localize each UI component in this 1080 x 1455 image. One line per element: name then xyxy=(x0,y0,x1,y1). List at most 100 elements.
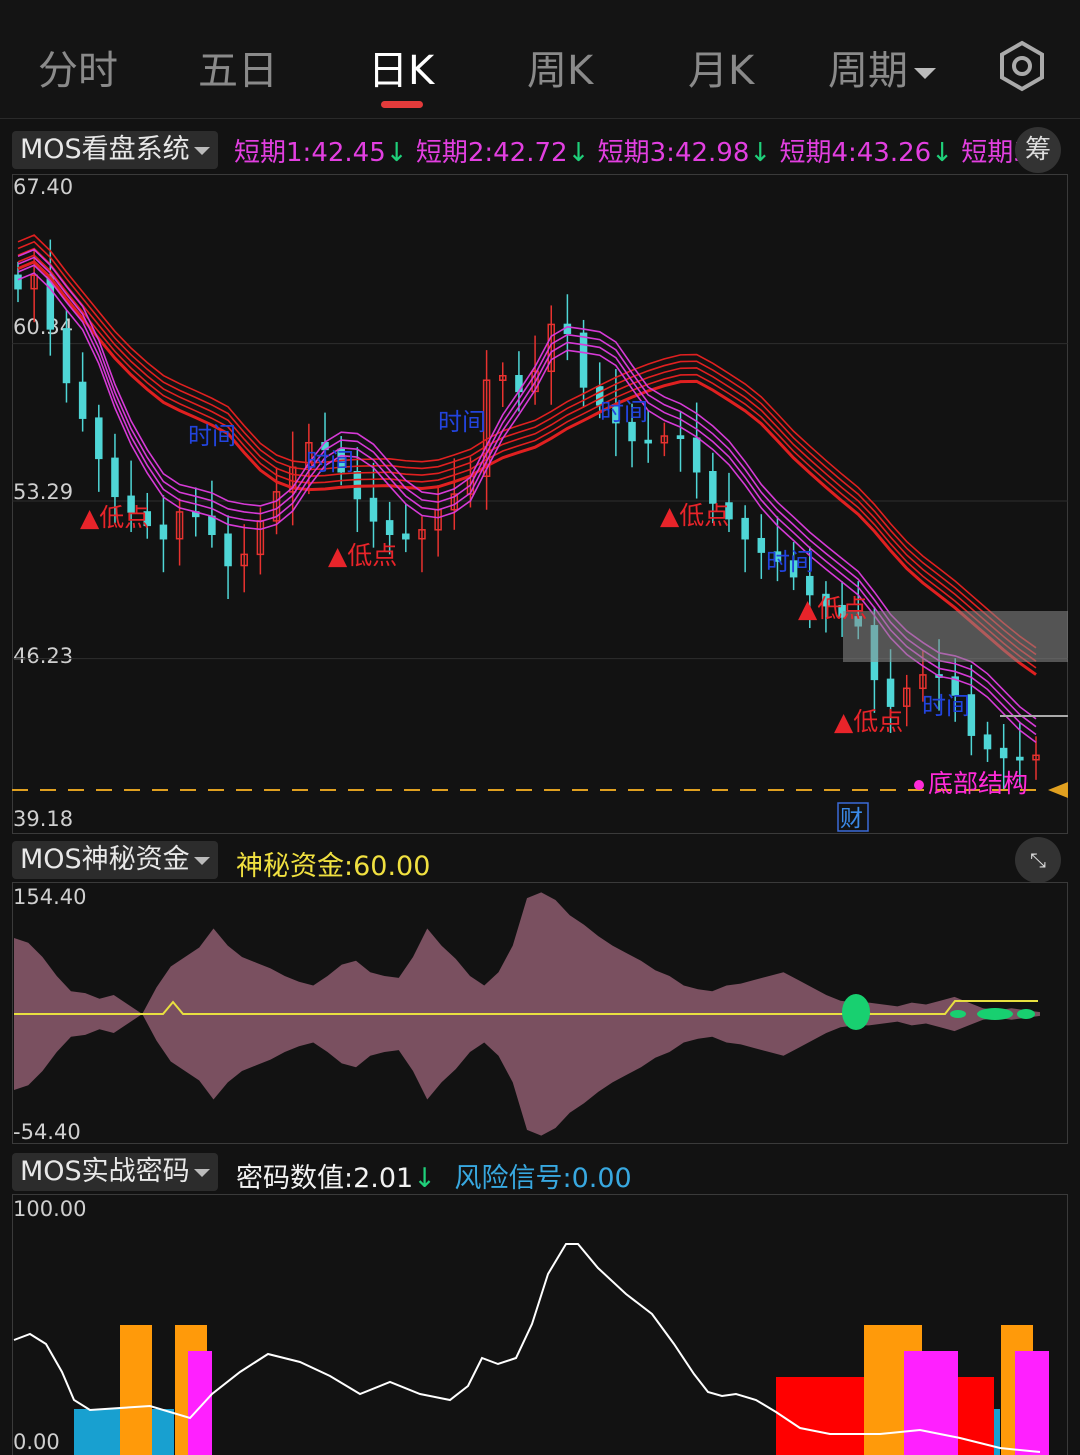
candle xyxy=(385,520,394,536)
code-bar xyxy=(152,1409,174,1455)
tab-five-day[interactable]: 五日 xyxy=(198,38,278,96)
candle xyxy=(709,471,717,504)
candle xyxy=(62,328,71,384)
bottom-structure-label: 底部结构 xyxy=(928,769,1028,798)
fund-green-signal xyxy=(1017,1009,1035,1019)
candle xyxy=(95,417,103,460)
tab-monthly-k[interactable]: 月K xyxy=(688,38,754,96)
period-dropdown[interactable]: 周期 xyxy=(828,38,936,96)
risk-value: 0.00 xyxy=(571,1163,632,1194)
candle xyxy=(983,734,992,750)
candle xyxy=(159,524,168,540)
time-label: 时间 xyxy=(766,548,814,576)
fund-value-readout: 神秘资金:60.00 xyxy=(236,844,430,883)
ma1-label: 短期1: xyxy=(234,138,312,168)
low-point-label: ▲低点 xyxy=(798,594,867,623)
code-indicator-dropdown[interactable]: MOS实战密码 xyxy=(12,1153,218,1191)
low-point-label: ▲低点 xyxy=(834,707,903,736)
candle xyxy=(999,747,1008,759)
ma4-label: 短期4: xyxy=(779,138,857,168)
code-indicator-name: MOS实战密码 xyxy=(20,1156,190,1187)
ma-long-line xyxy=(17,254,1037,669)
ma3-value: 42.98 xyxy=(674,138,750,168)
tab-weekly-k[interactable]: 周K xyxy=(527,38,593,96)
tab-daily-k[interactable]: 日K xyxy=(368,38,434,96)
candle xyxy=(14,274,22,290)
chevron-down-icon xyxy=(914,67,936,79)
candle xyxy=(806,575,814,596)
code-chart[interactable] xyxy=(0,1194,1080,1455)
code-bar xyxy=(1015,1351,1049,1455)
ma-values: 短期1:42.45↓ 短期2:42.72↓ 短期3:42.98↓ 短期4:43.… xyxy=(234,132,1030,169)
main-indicator-dropdown[interactable]: MOS看盘系统 xyxy=(12,131,218,169)
ma-short-line xyxy=(17,264,1037,736)
active-tab-indicator xyxy=(381,101,423,108)
time-label: 时间 xyxy=(306,448,354,476)
fund-green-signal xyxy=(842,994,870,1030)
period-tab-bar: 分时 五日 日K 周K 月K 周期 xyxy=(0,0,1080,119)
resistance-zone xyxy=(843,611,1068,662)
low-point-label: ▲低点 xyxy=(660,501,729,530)
ma-long-line xyxy=(17,234,1037,649)
low-point-label: ▲低点 xyxy=(328,541,397,570)
fund-label: 神秘资金: xyxy=(236,851,354,882)
down-arrow-icon: ↓ xyxy=(385,138,408,168)
candle xyxy=(579,332,588,388)
chevron-down-icon xyxy=(193,146,210,155)
chevron-down-icon xyxy=(193,856,210,865)
expand-icon[interactable]: ⤡ xyxy=(1015,837,1061,883)
current-price-marker-icon xyxy=(1048,782,1068,798)
fund-chart[interactable] xyxy=(0,882,1080,1144)
kline-chart[interactable]: ▲低点▲低点▲低点▲低点▲低点时间 时间 时间时间时间时间底部结构财 xyxy=(0,174,1080,834)
code-bar xyxy=(904,1351,958,1455)
tab-intraday[interactable]: 分时 xyxy=(38,38,118,96)
code-label: 密码数值: xyxy=(236,1163,354,1194)
low-point-label: ▲低点 xyxy=(80,503,149,532)
candle xyxy=(369,497,378,522)
main-indicator-name: MOS看盘系统 xyxy=(20,134,190,165)
ma1-value: 42.45 xyxy=(311,138,386,168)
candle xyxy=(1016,756,1024,761)
time-label: 时间 xyxy=(188,422,236,450)
down-arrow-icon: ↓ xyxy=(567,138,590,168)
fund-value: 60.00 xyxy=(353,851,431,882)
code-value-readout: 密码数值:2.01↓ 风险信号:0.00 xyxy=(236,1156,632,1195)
finance-label: 财 xyxy=(840,806,863,832)
time-label: 时间 xyxy=(600,398,648,426)
time-label: 时间 xyxy=(922,692,970,720)
ma2-value: 42.72 xyxy=(493,138,568,168)
candle xyxy=(644,439,652,444)
candle xyxy=(224,533,232,567)
ma2-label: 短期2: xyxy=(415,138,494,168)
down-arrow-icon: ↓ xyxy=(931,138,953,168)
ma4-value: 43.26 xyxy=(856,138,932,168)
risk-label: 风险信号: xyxy=(454,1163,572,1194)
candle xyxy=(692,437,701,473)
candle xyxy=(78,381,87,419)
down-arrow-icon: ↓ xyxy=(413,1163,436,1194)
candle xyxy=(208,515,216,536)
fund-indicator-dropdown[interactable]: MOS神秘资金 xyxy=(12,841,218,879)
candle xyxy=(757,537,766,553)
code-bar xyxy=(120,1325,152,1455)
bottom-structure-dot xyxy=(914,780,924,790)
ma-long-line xyxy=(17,247,1037,662)
ma-long-line xyxy=(17,240,1037,656)
candle xyxy=(886,678,895,707)
fund-green-signal xyxy=(977,1008,1013,1020)
candle xyxy=(741,517,749,540)
time-label: 时间 xyxy=(438,408,486,436)
code-bar xyxy=(188,1351,212,1455)
down-arrow-icon: ↓ xyxy=(749,138,772,168)
candle xyxy=(676,435,685,440)
gear-icon[interactable] xyxy=(996,40,1048,92)
candle xyxy=(402,533,410,540)
chevron-down-icon xyxy=(193,1168,210,1177)
fund-indicator-name: MOS神秘资金 xyxy=(20,844,190,875)
code-value: 2.01 xyxy=(353,1163,414,1194)
chip-distribution-button[interactable]: 筹 xyxy=(1015,127,1061,173)
ma3-label: 短期3: xyxy=(597,138,675,168)
fund-green-signal xyxy=(950,1010,966,1018)
candle xyxy=(111,457,119,498)
code-bar xyxy=(958,1377,994,1455)
